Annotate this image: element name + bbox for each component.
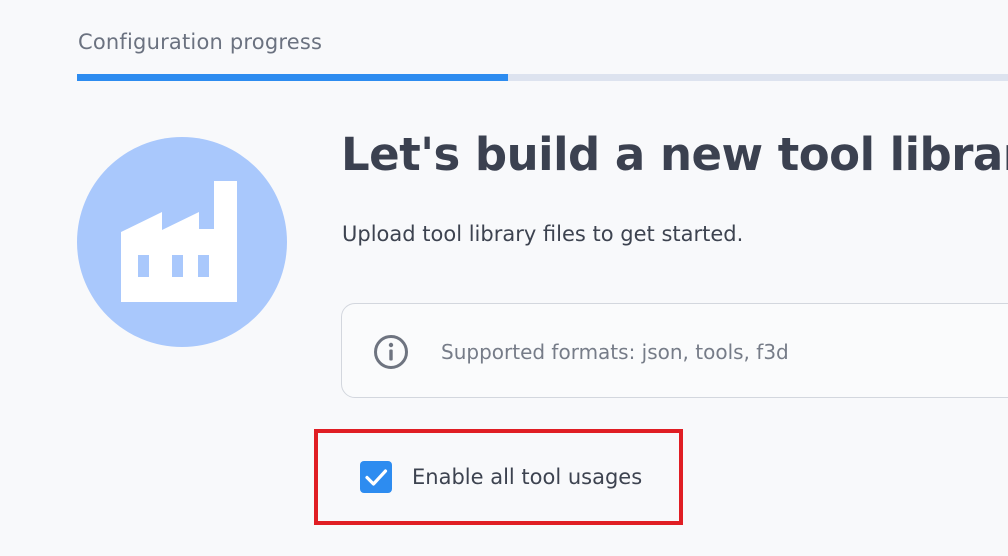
hero-illustration bbox=[77, 137, 287, 347]
enable-all-usages-checkbox[interactable] bbox=[360, 461, 392, 493]
enable-all-usages-label[interactable]: Enable all tool usages bbox=[412, 465, 642, 489]
checkmark-icon bbox=[365, 469, 388, 486]
page: Configuration progress Let's build a new… bbox=[0, 0, 1008, 556]
progress-label: Configuration progress bbox=[78, 30, 323, 54]
factory-icon bbox=[121, 181, 237, 302]
page-title: Let's build a new tool library bbox=[341, 128, 1008, 181]
progress-bar bbox=[77, 74, 1008, 81]
supported-formats-notice: Supported formats: json, tools, f3d bbox=[341, 303, 1008, 398]
page-subtitle: Upload tool library files to get started… bbox=[342, 222, 744, 246]
progress-bar-fill bbox=[77, 74, 509, 81]
supported-formats-text: Supported formats: json, tools, f3d bbox=[441, 340, 789, 364]
info-icon bbox=[374, 335, 408, 369]
